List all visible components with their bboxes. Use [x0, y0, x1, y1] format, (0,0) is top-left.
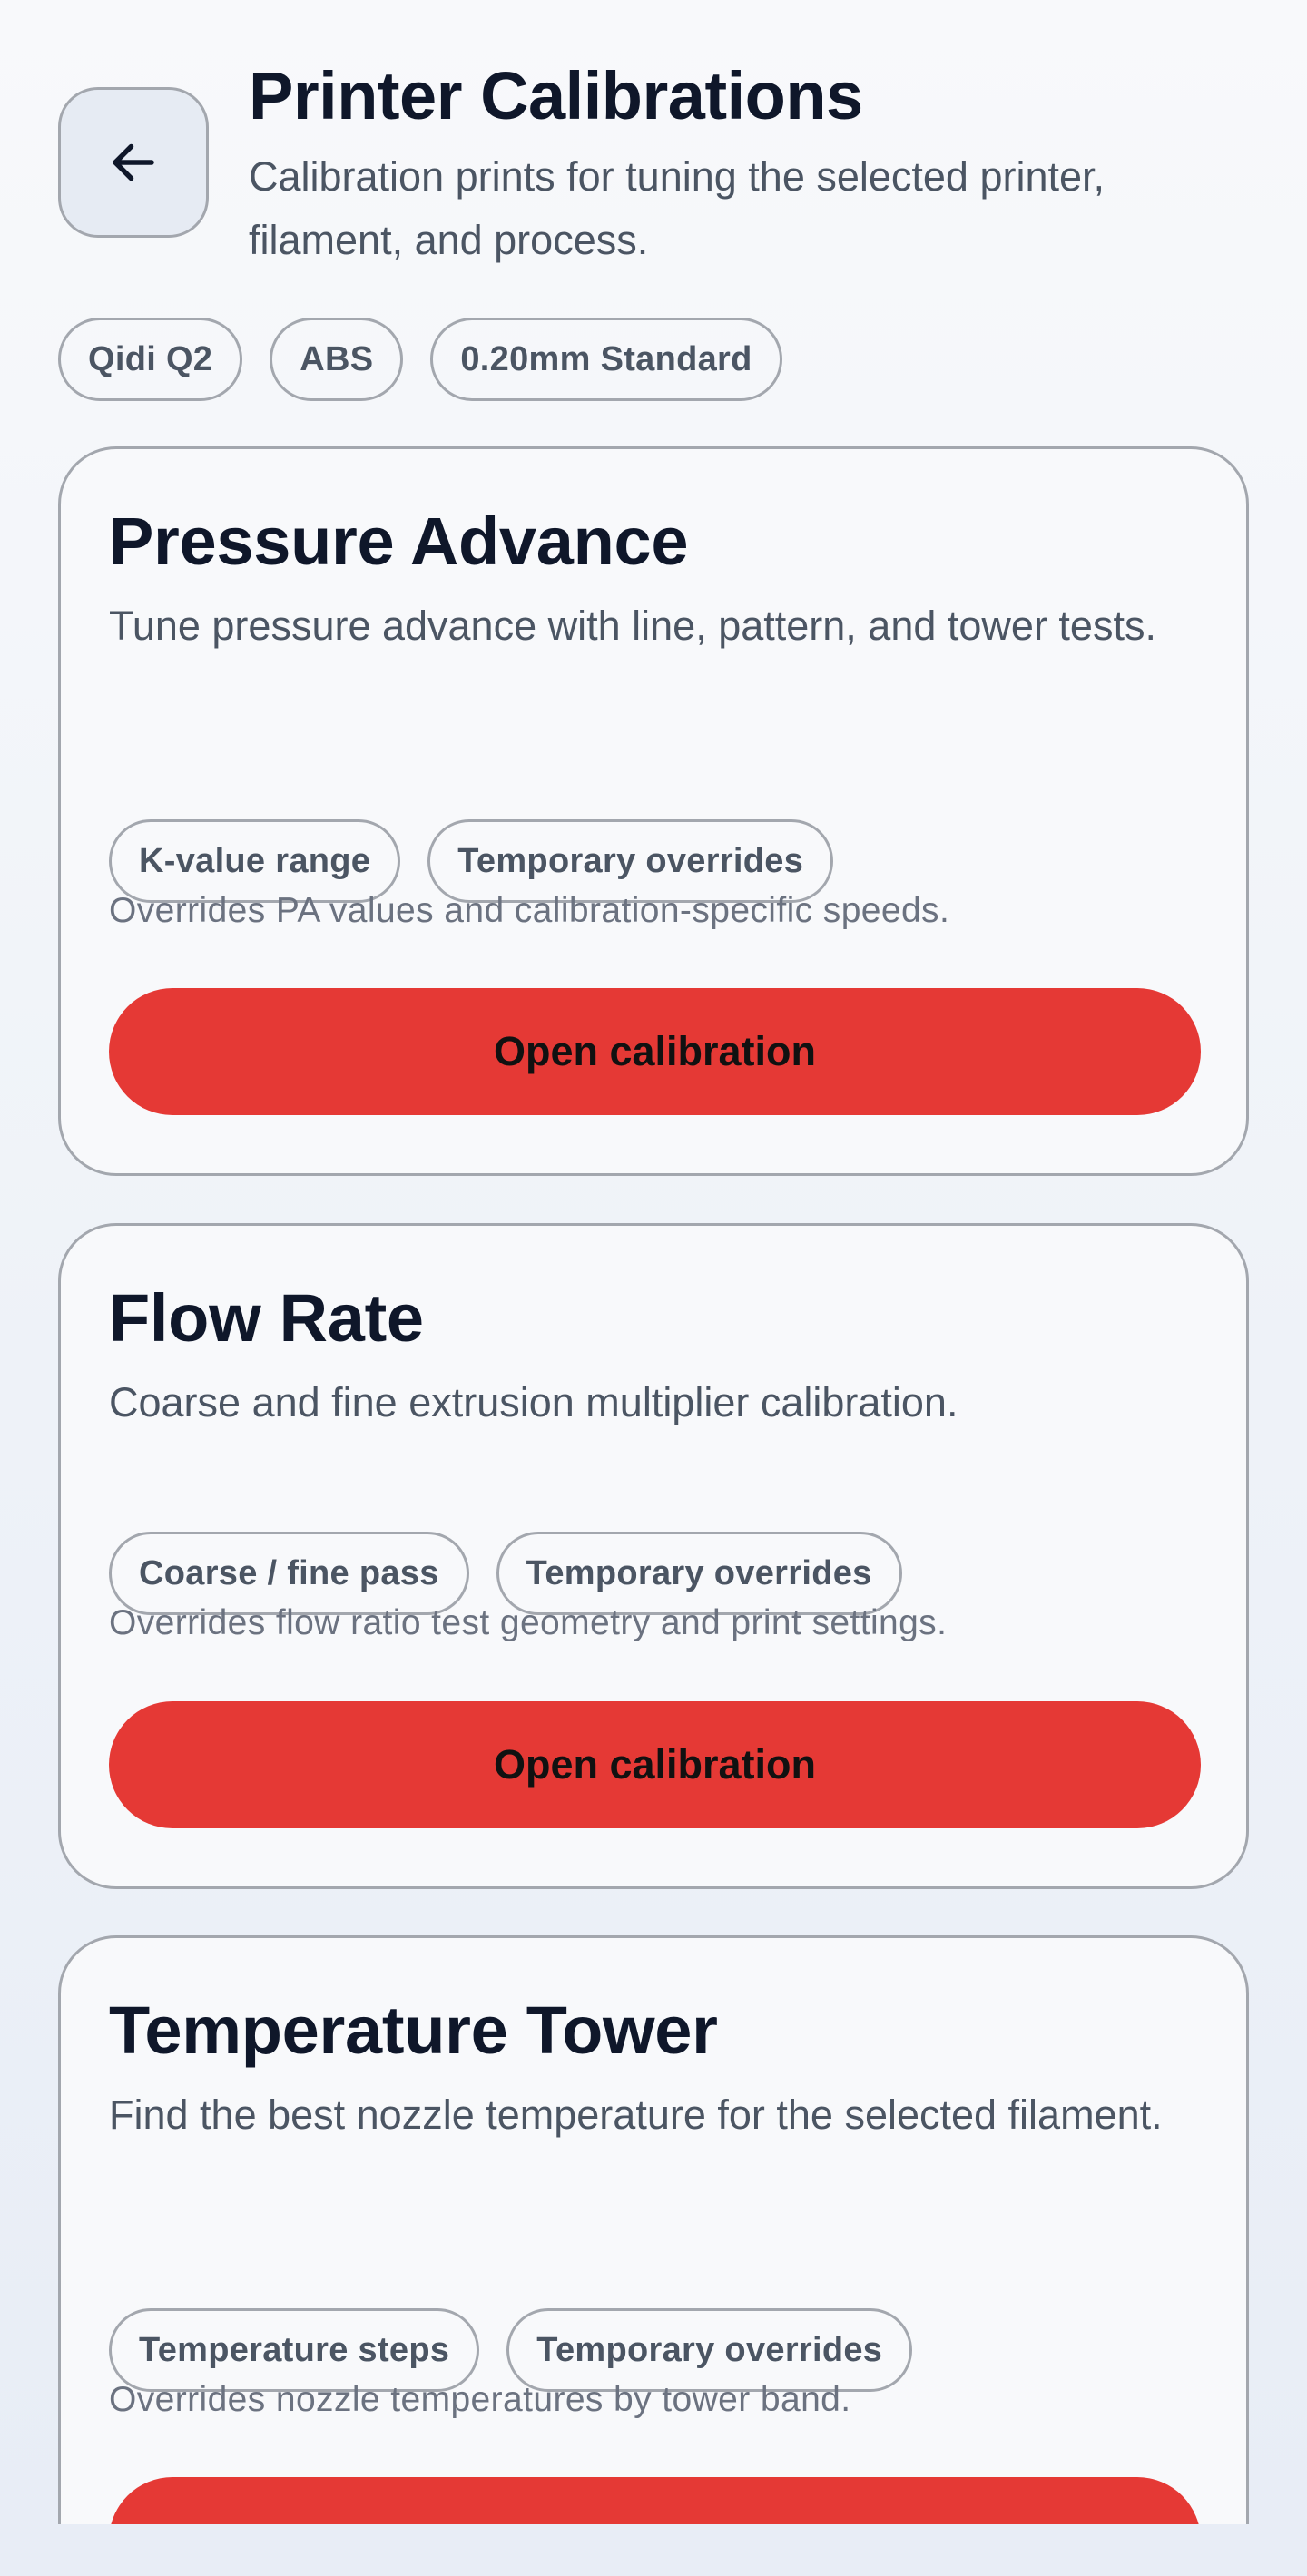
card-note: Overrides flow ratio test geometry and p…: [109, 1603, 948, 1642]
calibration-card-pressure-advance: Pressure Advance Tune pressure advance w…: [58, 446, 1249, 1176]
card-note: Overrides nozzle temperatures by tower b…: [109, 2380, 851, 2419]
open-calibration-button-temperature-tower[interactable]: Open calibration: [109, 2477, 1201, 2524]
page-title: Printer Calibrations: [249, 58, 863, 133]
card-title: Pressure Advance: [109, 504, 689, 579]
card-description: Tune pressure advance with line, pattern…: [109, 602, 1156, 649]
calibration-card-flow-rate: Flow Rate Coarse and fine extrusion mult…: [58, 1223, 1249, 1889]
page-header: Printer Calibrations Calibration prints …: [58, 58, 1256, 267]
process-chip: 0.20mm Standard: [430, 318, 782, 401]
card-title: Temperature Tower: [109, 1993, 718, 2068]
open-calibration-button-pressure-advance[interactable]: Open calibration: [109, 988, 1201, 1115]
card-note: Overrides PA values and calibration-spec…: [109, 891, 950, 930]
open-calibration-button-flow-rate[interactable]: Open calibration: [109, 1701, 1201, 1828]
card-description: Coarse and fine extrusion multiplier cal…: [109, 1379, 958, 1425]
calibration-card-temperature-tower: Temperature Tower Find the best nozzle t…: [58, 1935, 1249, 2524]
back-button[interactable]: [58, 87, 209, 238]
page-subtitle: Calibration prints for tuning the select…: [249, 153, 1106, 263]
app-screen: Printer Calibrations Calibration prints …: [0, 0, 1307, 2524]
context-chips: Qidi Q2 ABS 0.20mm Standard: [58, 318, 782, 401]
card-description: Find the best nozzle temperature for the…: [109, 2091, 1163, 2138]
arrow-left-icon: [113, 143, 154, 181]
card-title: Flow Rate: [109, 1280, 424, 1356]
printer-chip: Qidi Q2: [58, 318, 243, 401]
filament-chip: ABS: [270, 318, 404, 401]
